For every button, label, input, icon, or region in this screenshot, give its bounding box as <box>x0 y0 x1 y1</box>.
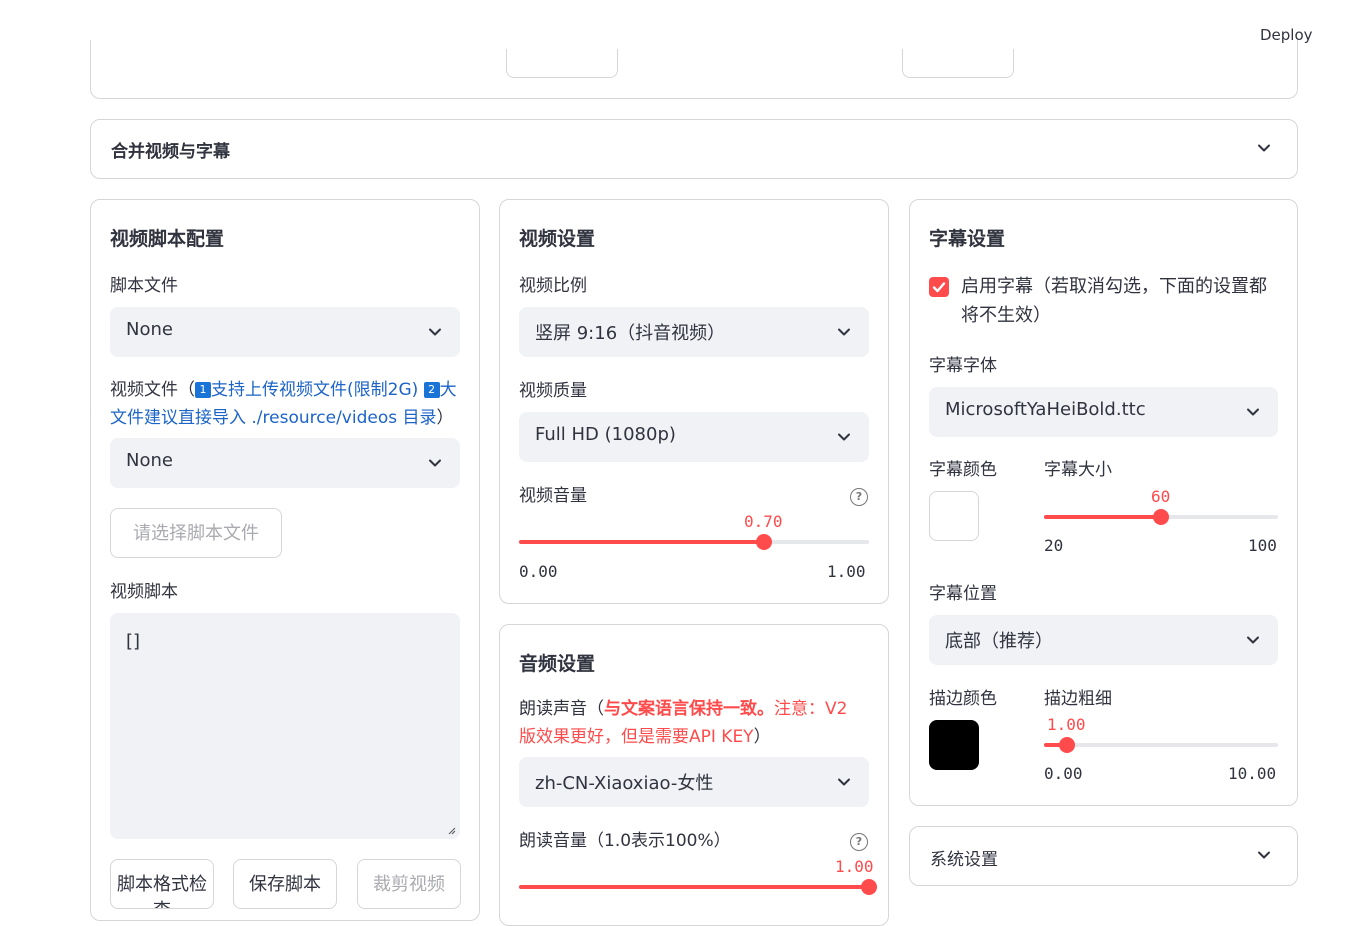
upload-info-link[interactable]: 支持上传视频文件(限制2G) <box>211 380 418 400</box>
subtitle-settings-card: 字幕设置 启用字幕（若取消勾选，下面的设置都将不生效） 字幕字体 Microso… <box>909 199 1298 806</box>
help-icon[interactable]: ? <box>850 833 868 851</box>
slider-min: 0.00 <box>1044 764 1083 783</box>
keycap-1-icon: 1 <box>195 382 211 398</box>
stroke-color-picker[interactable] <box>929 720 979 770</box>
enable-subtitle-checkbox[interactable] <box>929 277 949 297</box>
voice-select[interactable]: zh-CN-Xiaoxiao-女性 <box>519 757 869 807</box>
section-title: 视频设置 <box>519 228 596 250</box>
video-volume-label: 视频音量 <box>519 486 587 506</box>
stroke-color-label: 描边颜色 <box>929 689 997 709</box>
subtitle-font-label: 字幕字体 <box>929 356 997 376</box>
script-config-card: 视频脚本配置 脚本文件 None 视频文件（ 1 支持上传视频文件(限制2G) 2大… <box>90 199 480 921</box>
chevron-down-icon <box>428 456 442 470</box>
subtitle-font-select[interactable]: MicrosoftYaHeiBold.ttc <box>929 387 1278 437</box>
chevron-down-icon <box>1257 141 1271 155</box>
chevron-down-icon <box>428 325 442 339</box>
subtitle-position-select[interactable]: 底部（推荐） <box>929 615 1278 665</box>
script-format-check-button[interactable]: 脚本格式检查 <box>110 859 214 909</box>
slider-thumb[interactable] <box>756 534 772 550</box>
slider-thumb[interactable] <box>1059 737 1076 753</box>
keycap-2-icon: 2 <box>423 382 440 398</box>
slider-min: 0.00 <box>519 562 558 581</box>
chevron-down-icon <box>1246 405 1260 419</box>
subtitle-color-label: 字幕颜色 <box>929 460 997 480</box>
chevron-down-icon <box>1257 848 1271 862</box>
video-volume-slider[interactable] <box>519 534 869 550</box>
slider-max: 100 <box>1248 536 1277 555</box>
audio-settings-card: 音频设置 朗读声音（与文案语言保持一致。注意：V2版效果更好，但是需要API K… <box>499 624 889 926</box>
chevron-down-icon <box>837 325 851 339</box>
system-settings-expander[interactable]: 系统设置 <box>909 826 1298 886</box>
top-container <box>90 40 1298 99</box>
subtitle-size-value: 60 <box>1151 487 1171 506</box>
slider-max: 1.00 <box>827 562 866 581</box>
voice-volume-value: 1.00 <box>835 857 874 876</box>
slider-max: 10.00 <box>1228 764 1277 783</box>
crop-video-button[interactable]: 裁剪视频 <box>357 859 461 909</box>
video-ratio-select[interactable]: 竖屏 9:16（抖音视频） <box>519 307 869 357</box>
video-script-textarea[interactable]: [] <box>110 613 460 839</box>
script-file-select[interactable]: None <box>110 307 460 357</box>
stroke-width-label: 描边粗细 <box>1044 689 1112 709</box>
video-settings-card: 视频设置 视频比例 竖屏 9:16（抖音视频） 视频质量 Full HD (10… <box>499 199 889 604</box>
video-file-select[interactable]: None <box>110 438 460 488</box>
chevron-down-icon <box>837 775 851 789</box>
video-ratio-label: 视频比例 <box>519 276 587 296</box>
script-file-label: 脚本文件 <box>110 276 178 296</box>
subtitle-size-label: 字幕大小 <box>1044 460 1112 480</box>
subtitle-color-picker[interactable] <box>929 491 979 541</box>
section-title: 字幕设置 <box>929 228 1006 250</box>
video-quality-label: 视频质量 <box>519 381 587 401</box>
top-button-2[interactable] <box>902 49 1014 78</box>
expander-title: 合并视频与字幕 <box>111 142 230 162</box>
top-button-1[interactable] <box>506 49 618 78</box>
slider-thumb[interactable] <box>1153 509 1169 525</box>
subtitle-size-slider[interactable] <box>1044 509 1278 525</box>
chevron-down-icon <box>1246 633 1260 647</box>
stroke-width-value: 1.00 <box>1047 715 1086 734</box>
section-title: 音频设置 <box>519 653 596 675</box>
merge-video-subtitle-expander[interactable]: 合并视频与字幕 <box>90 119 1298 179</box>
slider-thumb[interactable] <box>861 879 877 895</box>
check-icon <box>932 282 946 293</box>
voice-label: 朗读声音（与文案语言保持一致。注意：V2版效果更好，但是需要API KEY） <box>519 699 848 747</box>
help-icon[interactable]: ? <box>850 488 868 506</box>
expander-title: 系统设置 <box>930 850 998 870</box>
chevron-down-icon <box>837 430 851 444</box>
enable-subtitle-label: 启用字幕（若取消勾选，下面的设置都将不生效） <box>961 276 1267 326</box>
choose-script-file-button[interactable]: 请选择脚本文件 <box>110 508 282 558</box>
save-script-button[interactable]: 保存脚本 <box>233 859 337 909</box>
stroke-width-slider[interactable] <box>1044 737 1278 753</box>
resize-handle-icon[interactable] <box>446 825 456 835</box>
video-file-label: 视频文件（ 1 支持上传视频文件(限制2G) 2 大文件建议直接导入 ./resour… <box>110 380 457 428</box>
section-title: 视频脚本配置 <box>110 228 225 250</box>
video-script-label: 视频脚本 <box>110 582 178 602</box>
video-quality-select[interactable]: Full HD (1080p) <box>519 412 869 462</box>
subtitle-position-label: 字幕位置 <box>929 584 997 604</box>
voice-volume-label: 朗读音量（1.0表示100%） <box>519 831 731 851</box>
slider-min: 20 <box>1044 536 1064 555</box>
video-volume-value: 0.70 <box>744 512 783 531</box>
voice-volume-slider[interactable] <box>519 879 877 895</box>
